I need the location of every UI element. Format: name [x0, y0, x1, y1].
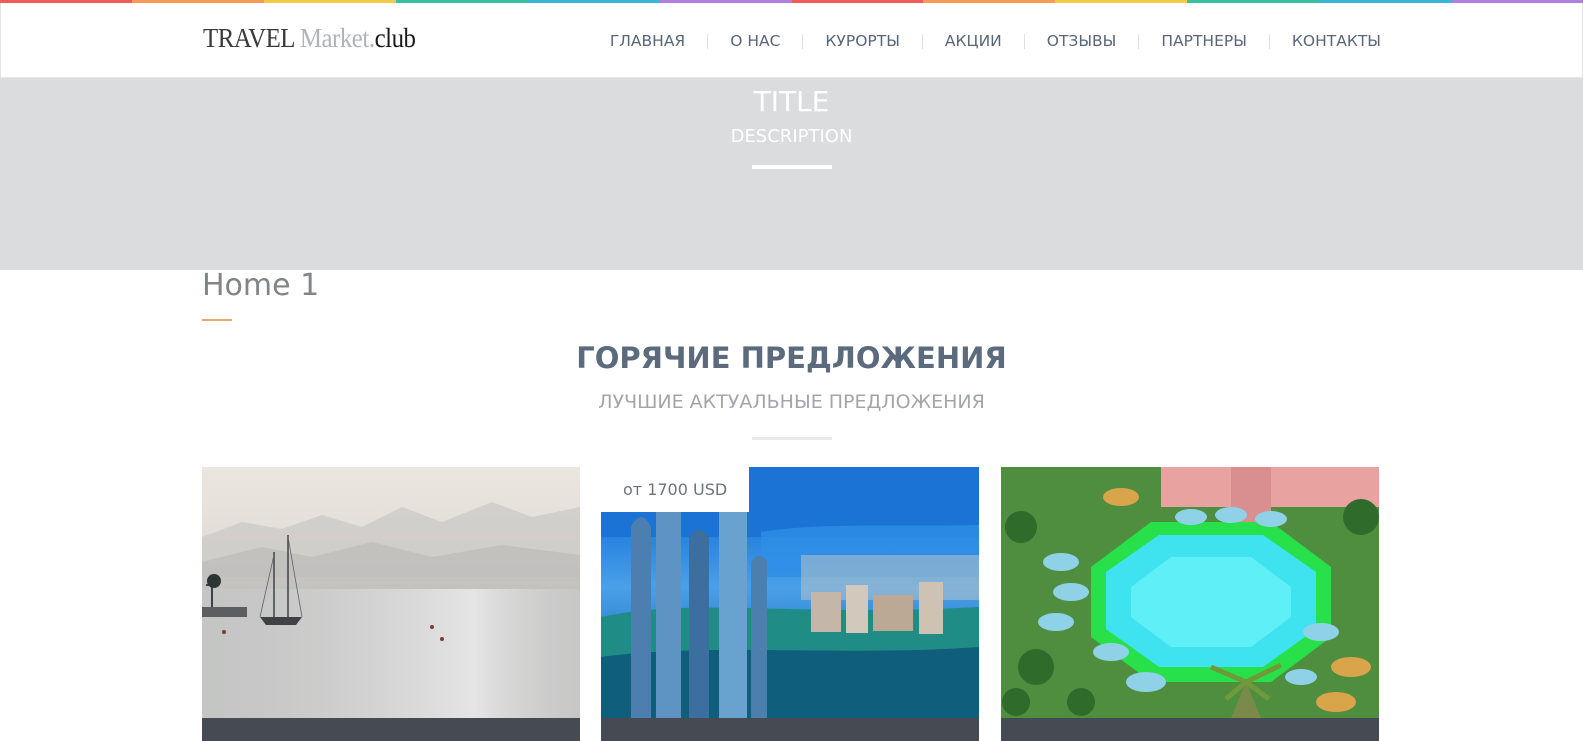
- logo-text-travel: TRAVEL: [203, 23, 300, 53]
- misty-sea-sailboat-photo[interactable]: [202, 467, 580, 718]
- coastal-city-skyscrapers-photo[interactable]: от 1700 USD: [601, 467, 979, 718]
- nav-item-partners[interactable]: ПАРТНЕРЫ: [1161, 32, 1247, 50]
- site-logo[interactable]: TRAVEL Market.club: [203, 23, 416, 54]
- hero-title: TITLE: [753, 85, 830, 118]
- hero-banner: TITLE DESCRIPTION: [0, 78, 1583, 270]
- nav-divider: [802, 33, 804, 49]
- resort-pool-umbrellas-photo[interactable]: [1001, 467, 1379, 718]
- nav-item-resorts[interactable]: КУРОРТЫ: [825, 32, 900, 50]
- page-title: Home 1: [202, 268, 320, 303]
- nav-divider: [1023, 33, 1025, 49]
- offer-card[interactable]: [202, 467, 580, 741]
- nav-divider: [707, 33, 709, 49]
- section-divider: [752, 437, 832, 440]
- logo-text-market: Market.: [299, 23, 375, 53]
- section-title: ГОРЯЧИЕ ПРЕДЛОЖЕНИЯ: [576, 341, 1007, 375]
- section-subtitle: ЛУЧШИЕ АКТУАЛЬНЫЕ ПРЕДЛОЖЕНИЯ: [598, 391, 985, 413]
- nav-item-about[interactable]: О НАС: [730, 32, 780, 50]
- logo-text-club: club: [374, 23, 416, 53]
- site-header: TRAVEL Market.club ГЛАВНАЯ О НАС КУРОРТЫ…: [0, 3, 1583, 78]
- pool-illustration: [1001, 467, 1379, 718]
- sea-illustration: [202, 502, 580, 718]
- offer-card-caption-bar: [1001, 718, 1379, 741]
- hero-divider: [752, 165, 832, 169]
- nav-item-home[interactable]: ГЛАВНАЯ: [610, 32, 685, 50]
- nav-divider: [921, 33, 923, 49]
- nav-item-contacts[interactable]: КОНТАКТЫ: [1292, 32, 1381, 50]
- page-title-underline: [202, 319, 232, 321]
- main-nav: ГЛАВНАЯ О НАС КУРОРТЫ АКЦИИ ОТЗЫВЫ ПАРТН…: [610, 32, 1381, 50]
- nav-divider: [1138, 33, 1140, 49]
- offer-card[interactable]: от 1700 USD: [601, 467, 979, 741]
- nav-divider: [1268, 33, 1270, 49]
- offer-card[interactable]: [1001, 467, 1379, 741]
- nav-item-promotions[interactable]: АКЦИИ: [945, 32, 1002, 50]
- nav-item-reviews[interactable]: ОТЗЫВЫ: [1047, 32, 1117, 50]
- price-badge: от 1700 USD: [601, 467, 750, 512]
- offer-card-caption-bar: [202, 718, 580, 741]
- offer-card-caption-bar: [601, 718, 979, 741]
- hero-description: DESCRIPTION: [730, 126, 853, 147]
